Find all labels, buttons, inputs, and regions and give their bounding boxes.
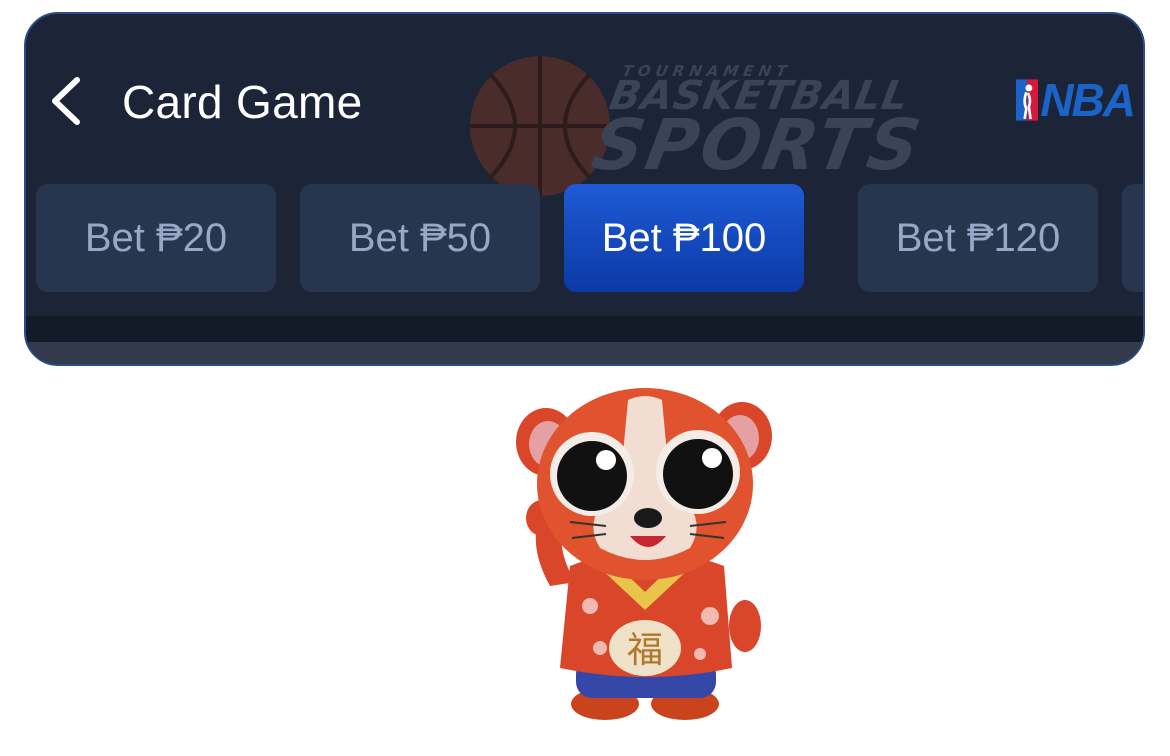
bet-option-20[interactable]: Bet ₱20 [36, 184, 276, 292]
back-button[interactable] [46, 76, 86, 126]
bet-option-120[interactable]: Bet ₱120 [858, 184, 1098, 292]
nba-logoman-icon [1016, 76, 1039, 124]
nba-wordmark: NBA [1040, 74, 1136, 126]
banner-line-3: SPORTS [586, 104, 929, 186]
panel-footer [26, 342, 1143, 364]
fortune-badge: 福 [627, 630, 663, 671]
tournament-banner: TOURNAMENT BASKETBALL SPORTS [456, 40, 929, 200]
panel-divider [26, 316, 1143, 342]
page-title: Card Game [122, 76, 363, 128]
bet-panel: TOURNAMENT BASKETBALL SPORTS Card Game N… [24, 12, 1145, 366]
bet-option-50[interactable]: Bet ₱50 [300, 184, 540, 292]
header-bar: TOURNAMENT BASKETBALL SPORTS Card Game N… [26, 14, 1143, 196]
chevron-left-icon [52, 77, 80, 125]
nba-logo: NBA [1016, 74, 1136, 126]
bet-option-next[interactable] [1122, 184, 1143, 292]
bet-options: Bet ₱20 Bet ₱50 Bet ₱100 Bet ₱120 [36, 184, 1143, 294]
bet-option-100[interactable]: Bet ₱100 [564, 184, 804, 292]
mascot-illustration: 福 [510, 386, 780, 726]
